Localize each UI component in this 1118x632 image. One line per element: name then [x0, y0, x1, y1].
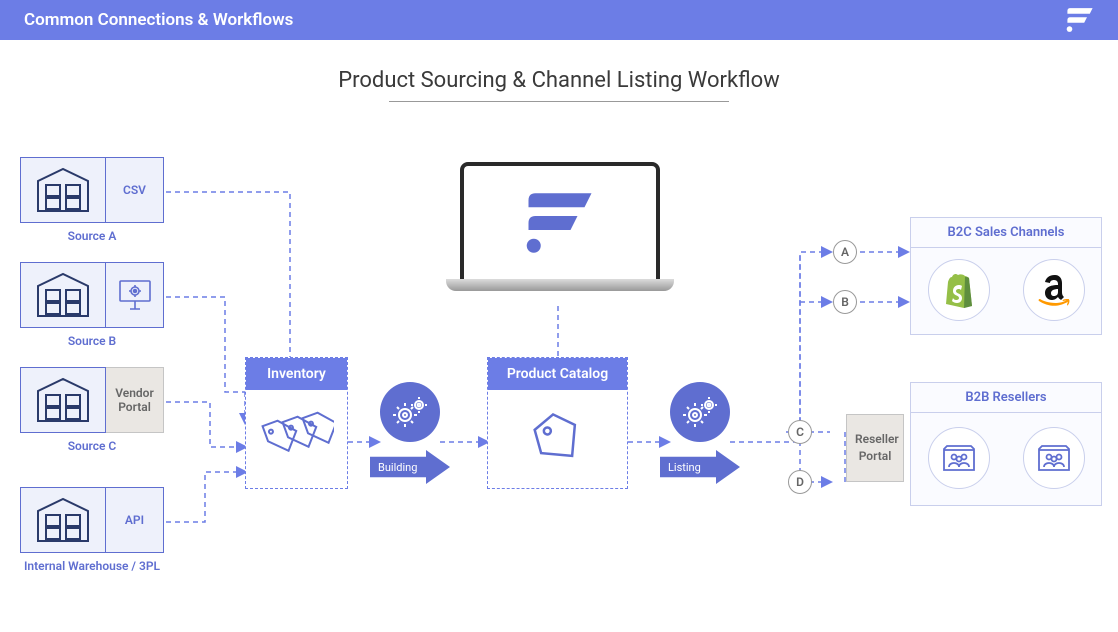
circle-a: A [833, 240, 857, 264]
source-d-warehouse-icon [20, 487, 106, 553]
listing-arrow: Listing [660, 450, 740, 484]
b2c-channels-box: B2C Sales Channels [910, 217, 1102, 335]
header-bar: Common Connections & Workflows [0, 0, 1118, 40]
laptop-logo-icon [525, 193, 595, 253]
reseller-portal: Reseller Portal [846, 414, 904, 482]
amazon-icon [1023, 259, 1085, 321]
b2b-title: B2B Resellers [911, 383, 1101, 413]
catalog-title: Product Catalog [488, 358, 627, 390]
catalog-box: Product Catalog [487, 357, 628, 489]
source-b: Source B [20, 262, 164, 350]
diagram-canvas: CSV Source A Source [0, 102, 1118, 632]
source-d-api-tag: API [106, 487, 164, 553]
source-c-caption: Source C [20, 439, 164, 455]
source-internal-warehouse: API Internal Warehouse / 3PL [20, 487, 164, 575]
circle-d: D [788, 470, 812, 494]
listing-gear-icon [670, 382, 730, 442]
source-b-caption: Source B [20, 334, 164, 350]
laptop-illustration [460, 162, 660, 291]
source-d-caption: Internal Warehouse / 3PL [20, 559, 164, 575]
header-title: Common Connections & Workflows [24, 10, 293, 30]
source-a: CSV Source A [20, 157, 164, 245]
inventory-title: Inventory [246, 358, 347, 390]
catalog-tag-icon [530, 411, 586, 467]
circle-c: C [788, 420, 812, 444]
shopify-icon [928, 259, 990, 321]
source-c-vendor-portal: Vendor Portal [106, 367, 164, 433]
building-gear-icon [380, 382, 440, 442]
b2b-resellers-box: B2B Resellers [910, 382, 1102, 506]
source-b-monitor-icon [106, 262, 164, 328]
source-c: Vendor Portal Source C [20, 367, 164, 455]
brand-logo-icon [1066, 8, 1094, 32]
source-a-tag: CSV [106, 157, 164, 223]
reseller-group-icon-2 [1023, 427, 1085, 489]
source-a-caption: Source A [20, 229, 164, 245]
inventory-box: Inventory [245, 357, 348, 489]
source-a-warehouse-icon [20, 157, 106, 223]
b2c-title: B2C Sales Channels [911, 218, 1101, 248]
diagram-title: Product Sourcing & Channel Listing Workf… [0, 68, 1118, 93]
source-b-warehouse-icon [20, 262, 106, 328]
circle-b: B [833, 290, 857, 314]
reseller-group-icon-1 [928, 427, 990, 489]
source-c-warehouse-icon [20, 367, 106, 433]
inventory-tags-icon [260, 411, 334, 467]
building-arrow: Building [370, 450, 450, 484]
